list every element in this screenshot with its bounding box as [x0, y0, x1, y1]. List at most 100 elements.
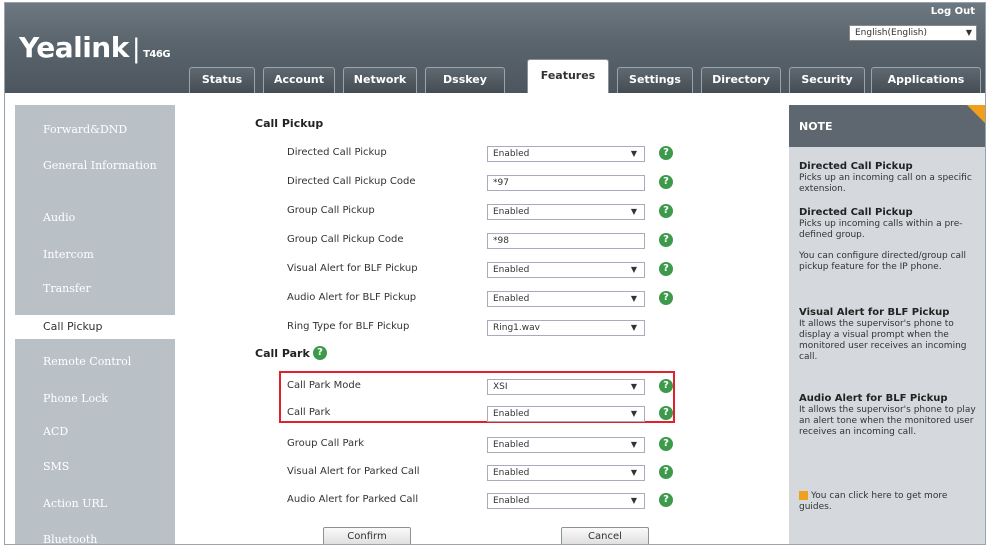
web-ui-frame: Yealink | T46G Log Out English(English) ▼ …: [4, 2, 986, 545]
sidebar-item-forward-dnd[interactable]: Forward&DND: [15, 123, 175, 136]
main-content: Call Pickup Directed Call Pickup Enabled…: [177, 105, 787, 544]
tab-dsskey[interactable]: Dsskey: [425, 67, 505, 93]
language-select[interactable]: English(English) ▼: [849, 25, 977, 41]
chevron-down-icon: ▼: [630, 265, 637, 274]
language-value: English(English): [855, 28, 928, 38]
note-block-text: Picks up incoming calls within a pre-def…: [799, 219, 963, 240]
sidebar-item-sms[interactable]: SMS: [15, 460, 175, 473]
directed-call-pickup-code-input[interactable]: *97: [487, 175, 645, 191]
audio-alert-parked-call-select[interactable]: Enabled ▼: [487, 493, 645, 509]
sidebar-item-phone-lock[interactable]: Phone Lock: [15, 392, 175, 405]
chevron-down-icon: ▼: [630, 468, 637, 477]
chevron-down-icon: ▼: [630, 149, 637, 158]
ring-type-blf-pickup-label: Ring Type for BLF Pickup: [287, 321, 410, 332]
visual-alert-blf-pickup-select[interactable]: Enabled ▼: [487, 262, 645, 278]
note-block-text: It allows the supervisor's phone to disp…: [799, 319, 967, 362]
tab-account[interactable]: Account: [263, 67, 335, 93]
group-call-pickup-code-label: Group Call Pickup Code: [287, 234, 404, 245]
note-block-title: Directed Call Pickup: [799, 207, 913, 218]
visual-alert-parked-call-label: Visual Alert for Parked Call: [287, 466, 420, 477]
note-block: Audio Alert for BLF Pickup It allows the …: [799, 393, 981, 438]
tab-directory[interactable]: Directory: [701, 67, 781, 93]
group-call-pickup-label: Group Call Pickup: [287, 205, 375, 216]
help-icon[interactable]: ?: [659, 437, 673, 451]
chevron-down-icon: ▼: [630, 323, 637, 332]
note-block-text: It allows the supervisor's phone to play…: [799, 405, 976, 437]
call-park-label: Call Park: [287, 407, 331, 418]
note-corner-decoration: [967, 105, 985, 123]
help-icon[interactable]: ?: [313, 346, 327, 360]
select-value: XSI: [493, 382, 508, 392]
help-icon[interactable]: ?: [659, 233, 673, 247]
sidebar-item-intercom[interactable]: Intercom: [15, 248, 175, 261]
directed-call-pickup-code-label: Directed Call Pickup Code: [287, 176, 416, 187]
chevron-down-icon: ▼: [965, 28, 972, 37]
tab-status[interactable]: Status: [189, 67, 255, 93]
chevron-down-icon: ▼: [630, 409, 637, 418]
input-value: *98: [493, 236, 509, 246]
note-title: NOTE: [799, 120, 833, 133]
sidebar-item-remote-control[interactable]: Remote Control: [15, 355, 175, 368]
group-call-park-select[interactable]: Enabled ▼: [487, 437, 645, 453]
tab-applications[interactable]: Applications: [871, 67, 981, 93]
call-park-mode-select[interactable]: XSI ▼: [487, 379, 645, 395]
ring-type-blf-pickup-select[interactable]: Ring1.wav ▼: [487, 320, 645, 336]
call-park-mode-label: Call Park Mode: [287, 380, 361, 391]
directed-call-pickup-select[interactable]: Enabled ▼: [487, 146, 645, 162]
note-header: NOTE: [789, 105, 985, 147]
note-block: Directed Call Pickup Picks up incoming ca…: [799, 207, 981, 241]
cancel-button[interactable]: Cancel: [561, 527, 649, 544]
chevron-down-icon: ▼: [630, 496, 637, 505]
help-icon[interactable]: ?: [659, 379, 673, 393]
call-park-select[interactable]: Enabled ▼: [487, 406, 645, 422]
help-icon[interactable]: ?: [659, 493, 673, 507]
note-block-text: You can configure directed/group call pi…: [799, 251, 967, 272]
select-value: Enabled: [493, 496, 530, 506]
guide-link[interactable]: You can click here to get more guides.: [799, 491, 981, 513]
select-value: Enabled: [493, 294, 530, 304]
sidebar-item-transfer[interactable]: Transfer: [15, 282, 175, 295]
chevron-down-icon: ▼: [630, 207, 637, 216]
note-block-title: Visual Alert for BLF Pickup: [799, 307, 950, 318]
sidebar-item-general-information[interactable]: General Information: [15, 159, 165, 172]
sidebar-item-audio[interactable]: Audio: [15, 211, 175, 224]
audio-alert-blf-pickup-label: Audio Alert for BLF Pickup: [287, 292, 417, 303]
group-call-pickup-code-input[interactable]: *98: [487, 233, 645, 249]
help-icon[interactable]: ?: [659, 262, 673, 276]
select-value: Enabled: [493, 468, 530, 478]
help-icon[interactable]: ?: [659, 204, 673, 218]
sidebar-item-action-url[interactable]: Action URL: [15, 497, 175, 510]
chevron-down-icon: ▼: [630, 294, 637, 303]
select-value: Enabled: [493, 409, 530, 419]
tab-features[interactable]: Features: [527, 59, 609, 93]
help-icon[interactable]: ?: [659, 175, 673, 189]
visual-alert-blf-pickup-label: Visual Alert for BLF Pickup: [287, 263, 418, 274]
select-value: Ring1.wav: [493, 323, 540, 333]
audio-alert-blf-pickup-select[interactable]: Enabled ▼: [487, 291, 645, 307]
tab-security[interactable]: Security: [789, 67, 865, 93]
confirm-button[interactable]: Confirm: [323, 527, 411, 544]
header-bar: Yealink | T46G Log Out English(English) ▼ …: [5, 3, 985, 93]
call-pickup-heading: Call Pickup: [255, 117, 324, 130]
input-value: *97: [493, 178, 509, 188]
call-park-heading: Call Park: [255, 347, 310, 360]
chevron-down-icon: ▼: [630, 382, 637, 391]
logout-link[interactable]: Log Out: [931, 6, 975, 17]
sidebar-item-bluetooth[interactable]: Bluetooth: [15, 533, 175, 544]
help-icon[interactable]: ?: [659, 291, 673, 305]
group-call-pickup-select[interactable]: Enabled ▼: [487, 204, 645, 220]
sidebar: Forward&DND General Information Audio In…: [15, 105, 175, 544]
help-icon[interactable]: ?: [659, 146, 673, 160]
help-icon[interactable]: ?: [659, 465, 673, 479]
note-block-text: Picks up an incoming call on a specific …: [799, 173, 972, 194]
sidebar-item-call-pickup[interactable]: Call Pickup: [15, 315, 175, 339]
sidebar-item-acd[interactable]: ACD: [15, 425, 175, 438]
yealink-logo: Yealink | T46G: [19, 31, 171, 64]
help-icon[interactable]: ?: [659, 406, 673, 420]
visual-alert-parked-call-select[interactable]: Enabled ▼: [487, 465, 645, 481]
tab-network[interactable]: Network: [343, 67, 417, 93]
select-value: Enabled: [493, 265, 530, 275]
tab-settings[interactable]: Settings: [617, 67, 693, 93]
note-block: Visual Alert for BLF Pickup It allows the…: [799, 307, 981, 363]
group-call-park-label: Group Call Park: [287, 438, 365, 449]
